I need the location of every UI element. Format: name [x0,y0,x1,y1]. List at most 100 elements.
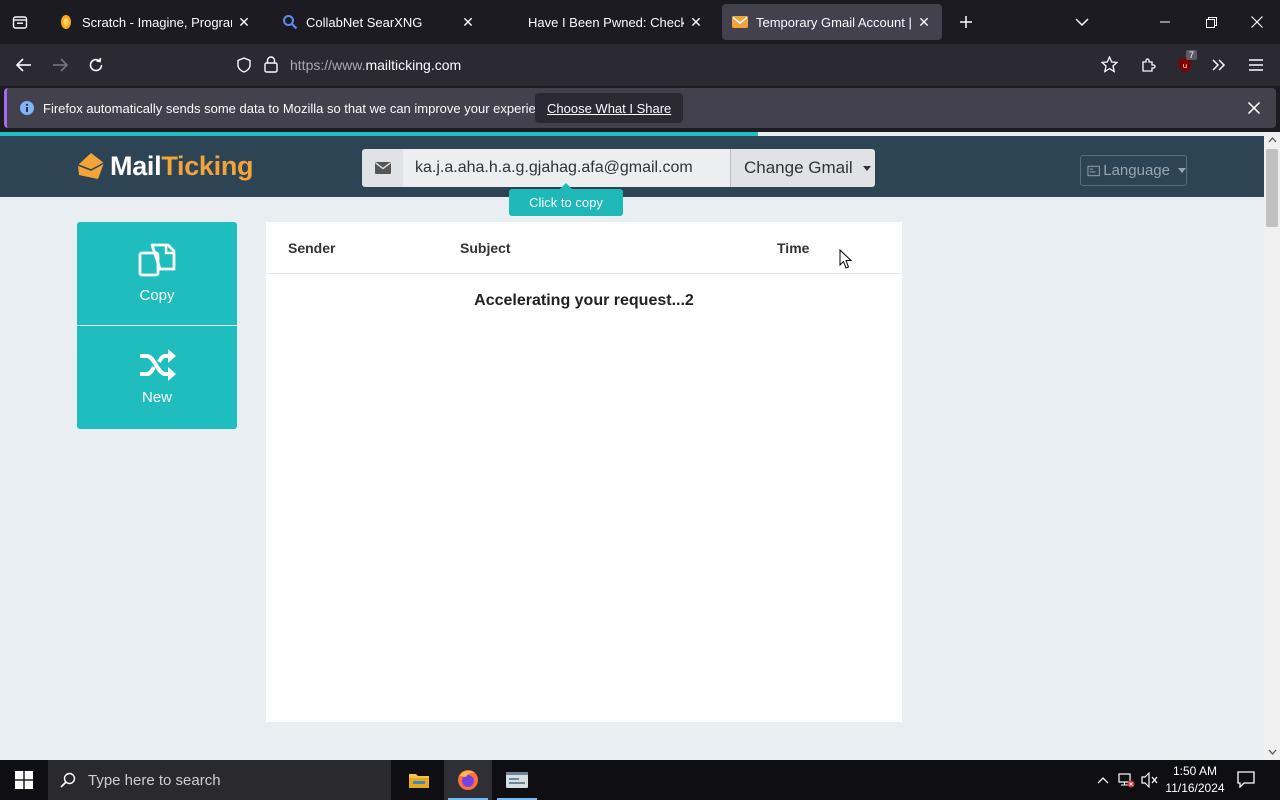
tab-scratch[interactable]: Scratch - Imagine, Program, Sh ✕ [48,4,262,40]
folder-icon [409,774,429,788]
back-arrow-icon [16,58,31,72]
envelope-icon [362,149,403,187]
email-address-group: ka.j.a.aha.h.a.g.gjahag.afa@gmail.com Ch… [362,149,875,187]
close-tab-icon[interactable]: ✕ [460,14,476,30]
column-header-sender: Sender [288,240,336,256]
url-bar[interactable]: https://www.mailticking.com [228,48,1132,82]
loading-message: Accelerating your request...2 [474,292,694,309]
url-prefix: https://www. [290,57,366,73]
inbox-table: Sender Subject Time Accelerating your re… [266,222,902,722]
new-tab-button[interactable] [952,8,980,36]
notification-text: Firefox automatically sends some data to… [43,100,561,116]
network-status[interactable] [1116,770,1136,790]
extension-badge: 7 [1186,50,1198,60]
language-flag-icon [1087,165,1100,176]
change-gmail-label: Change Gmail [744,158,853,177]
more-tools-button[interactable] [1204,50,1234,80]
url-text[interactable]: https://www.mailticking.com [290,57,461,73]
tab-searxng[interactable]: CollabNet SearXNG ✕ [272,4,486,40]
column-header-subject: Subject [460,240,511,256]
page-scrollbar[interactable] [1264,132,1280,760]
taskbar-file-explorer[interactable] [395,760,443,800]
plus-icon [960,16,972,28]
tab-title: Have I Been Pwned: Check if yo [528,14,684,30]
choose-what-i-share-button[interactable]: Choose What I Share [535,93,684,123]
search-icon [60,772,76,788]
logo-envelope-icon [77,153,105,179]
tab-mailticking[interactable]: Temporary Gmail Account | Gm ✕ [722,4,942,40]
windows-taskbar: Type here to search 1:50 AM 11/16/2024 [0,760,1280,800]
mouse-cursor-icon [839,248,853,275]
data-collection-notification: Firefox automatically sends some data to… [4,88,1276,128]
tab-title: CollabNet SearXNG [306,14,423,30]
speaker-muted-icon [1141,772,1158,788]
app-window-icon [506,772,528,788]
taskbar-clock[interactable]: 1:50 AM 11/16/2024 [1160,763,1230,797]
volume-control[interactable] [1140,770,1160,790]
shuffle-icon [140,349,176,381]
list-all-tabs-button[interactable] [1068,8,1096,36]
close-notification-icon[interactable] [1242,96,1266,120]
click-to-copy-tooltip[interactable]: Click to copy [509,183,623,216]
logo-text-ticking: Ticking [161,150,254,181]
search-placeholder: Type here to search [88,771,221,789]
hamburger-icon [1249,59,1263,71]
url-domain: mailticking.com [365,57,462,73]
caret-down-icon [1178,168,1186,173]
windows-logo-icon [15,771,33,789]
extensions-button[interactable] [1134,50,1164,80]
ublock-extension-button[interactable]: u 7 [1170,50,1200,80]
back-button[interactable] [9,50,39,80]
firefox-view-button[interactable] [6,8,34,36]
info-icon [19,100,35,121]
site-header: MailTicking ka.j.a.aha.h.a.g.gjahag.afa@… [0,136,1264,197]
column-header-time: Time [777,240,810,256]
start-button[interactable] [0,760,48,800]
close-window-button[interactable] [1234,0,1280,44]
clock-date: 11/16/2024 [1165,781,1225,795]
restore-button[interactable] [1188,0,1234,44]
minimize-button[interactable] [1142,0,1188,44]
clock-time: 1:50 AM [1172,764,1218,778]
mail-favicon-icon [732,14,748,30]
shield-icon[interactable] [236,57,252,78]
scrollbar-thumb[interactable] [1266,149,1278,227]
forward-arrow-icon [53,58,68,72]
action-center-button[interactable] [1236,770,1258,790]
reload-icon [89,57,103,72]
forward-button[interactable] [45,50,75,80]
copy-button[interactable]: Copy [77,222,237,325]
svg-text:u: u [1183,62,1187,70]
reload-button[interactable] [81,50,111,80]
taskbar-app-window[interactable] [493,760,541,800]
change-gmail-button[interactable]: Change Gmail [730,149,875,187]
tab-hibp[interactable]: Have I Been Pwned: Check if yo ✕ [496,4,714,40]
close-tab-icon[interactable]: ✕ [236,14,252,30]
scroll-down-icon[interactable] [1264,744,1280,760]
lock-icon[interactable] [264,56,278,78]
network-icon [1118,773,1135,788]
tab-title: Scratch - Imagine, Program, Sh [82,14,232,30]
close-tab-icon[interactable]: ✕ [916,14,932,30]
show-hidden-icons-button[interactable] [1093,770,1113,790]
new-button-label: New [141,389,172,406]
firefox-view-icon [12,16,28,29]
new-button[interactable]: New [77,326,237,429]
language-dropdown[interactable]: Language [1080,155,1187,186]
scroll-up-icon[interactable] [1264,132,1280,148]
taskbar-search-box[interactable]: Type here to search [48,760,391,800]
copy-icon [138,243,176,277]
page-content: MailTicking ka.j.a.aha.h.a.g.gjahag.afa@… [0,132,1264,760]
app-menu-button[interactable] [1241,50,1271,80]
email-address-field[interactable]: ka.j.a.aha.h.a.g.gjahag.afa@gmail.com [403,149,730,187]
language-label: Language [1103,162,1170,179]
site-logo[interactable]: MailTicking [76,148,254,184]
navigation-toolbar: https://www.mailticking.com u 7 [0,44,1280,86]
puzzle-icon [1142,58,1156,72]
table-header-divider [266,273,902,274]
tab-strip: Scratch - Imagine, Program, Sh ✕ CollabN… [0,0,1280,44]
bookmark-star-icon[interactable] [1100,55,1119,78]
taskbar-firefox[interactable] [444,760,492,800]
logo-text-mail: Mail [110,150,162,181]
close-tab-icon[interactable]: ✕ [688,14,704,30]
